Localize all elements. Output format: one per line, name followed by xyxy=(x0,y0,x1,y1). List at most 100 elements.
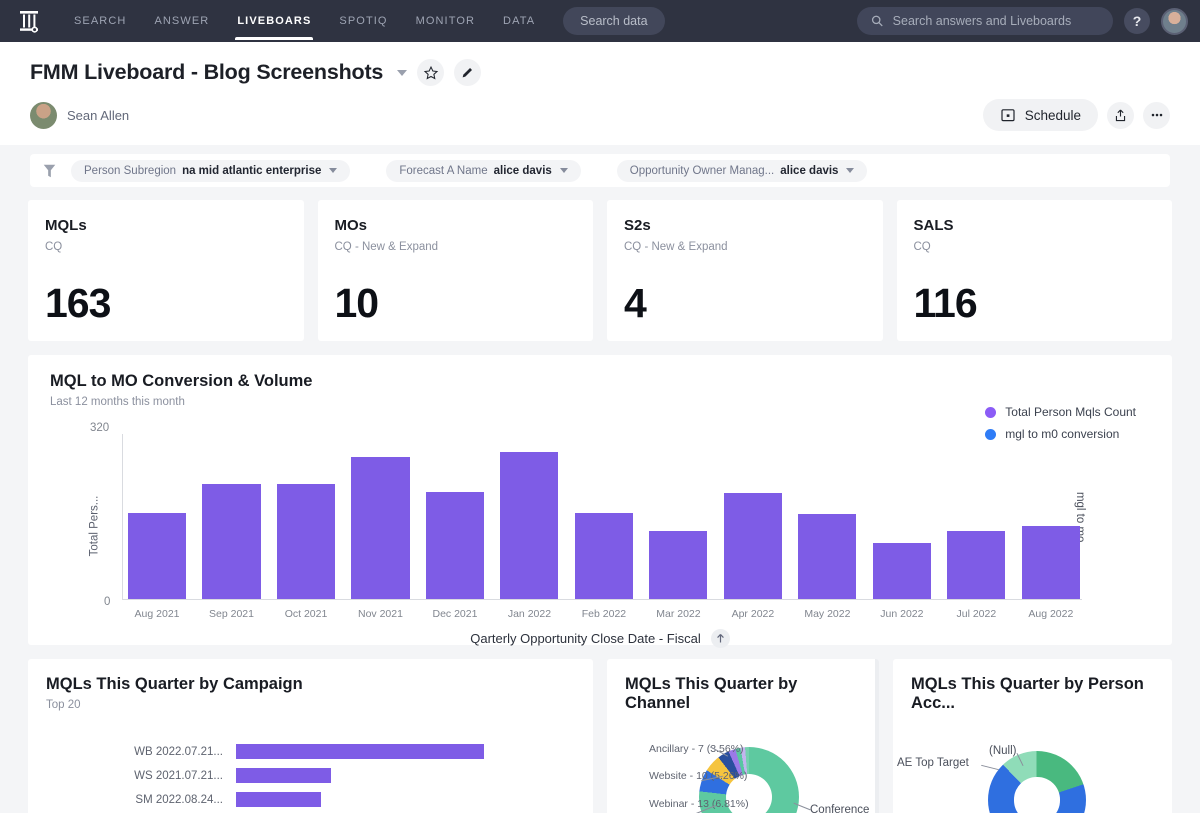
bar[interactable] xyxy=(236,792,321,807)
chart-panel-mql-to-mo: MQL to MO Conversion & Volume Last 12 mo… xyxy=(28,355,1172,648)
category-label: WS 2021.07.21... xyxy=(134,769,223,782)
schedule-button[interactable]: Schedule xyxy=(982,99,1098,131)
chip-value: alice davis xyxy=(780,164,839,177)
y-axis-title: Total Pers... xyxy=(88,495,101,557)
more-options-button[interactable] xyxy=(1143,101,1170,129)
bar-column[interactable] xyxy=(500,432,559,599)
bar[interactable] xyxy=(236,744,484,759)
filter-chip-forecast-a-name[interactable]: Forecast A Name alice davis xyxy=(386,159,581,182)
x-axis-tick-label: Feb 2022 xyxy=(581,608,627,620)
horizontal-bar-row[interactable]: WB 2022.07.21... xyxy=(46,743,575,760)
panel-mqls-by-person-account: MQLs This Quarter by Person Acc... (Null… xyxy=(893,659,1172,813)
bar[interactable] xyxy=(723,493,782,599)
nav-item-search[interactable]: SEARCH xyxy=(60,3,140,40)
x-axis-tick-label: Aug 2021 xyxy=(134,608,180,620)
panel-subtitle: Top 20 xyxy=(46,699,81,711)
nav-item-monitor[interactable]: MONITOR xyxy=(402,3,489,40)
kpi-card-mos[interactable]: MOs CQ - New & Expand 10 xyxy=(317,200,593,341)
bar-column[interactable] xyxy=(798,432,857,599)
bar-column[interactable] xyxy=(947,432,1006,599)
horizontal-bar-series: WB 2022.07.21... WS 2021.07.21... SM 2022.… xyxy=(46,743,575,813)
legend-item[interactable]: Total Person Mqls Count xyxy=(985,405,1136,419)
kpi-card-s2s[interactable]: S2s CQ - New & Expand 4 xyxy=(607,200,883,341)
bar[interactable] xyxy=(425,491,484,599)
filter-chip-opportunity-owner-manager[interactable]: Opportunity Owner Manag... alice davis xyxy=(616,159,868,182)
nav-item-answer[interactable]: ANSWER xyxy=(140,3,223,40)
bar[interactable] xyxy=(649,531,708,599)
x-axis-labels: Aug 2021 Sep 2021 Oct 2021 Nov 2021 Dec 2021… xyxy=(128,608,1080,620)
page-title: FMM Liveboard - Blog Screenshots xyxy=(30,60,384,84)
bar[interactable] xyxy=(872,543,931,599)
sort-ascending-icon[interactable] xyxy=(710,629,730,648)
search-icon xyxy=(871,15,883,27)
horizontal-bar-row[interactable]: WS 2021.07.21... xyxy=(46,767,575,784)
star-icon xyxy=(423,65,438,80)
global-search-input[interactable] xyxy=(892,14,1099,28)
bar[interactable] xyxy=(574,512,633,599)
search-data-button[interactable]: Search data xyxy=(563,7,665,35)
bar-series xyxy=(128,432,1080,599)
donut-chart-person-account[interactable] xyxy=(988,751,1086,813)
bar-column[interactable] xyxy=(872,432,931,599)
bar[interactable] xyxy=(947,531,1006,599)
panel-divider xyxy=(875,659,879,813)
help-button[interactable]: ? xyxy=(1124,8,1150,34)
edit-button[interactable] xyxy=(454,59,482,86)
bar[interactable] xyxy=(202,483,261,599)
author-name: Sean Allen xyxy=(67,107,130,123)
donut-label-website: Website - 10 (5.26%) xyxy=(649,770,748,782)
bar[interactable] xyxy=(500,451,559,599)
plot-area: Total Pers... 320 0 mgl to mo... Aug 202… xyxy=(50,422,1150,622)
thoughtspot-logo-icon[interactable] xyxy=(12,4,46,38)
calendar-icon xyxy=(1001,109,1015,122)
chevron-down-icon[interactable] xyxy=(397,69,408,76)
x-axis-tick-label: Oct 2021 xyxy=(284,608,328,620)
bar[interactable] xyxy=(276,483,336,599)
chevron-down-icon xyxy=(846,168,855,173)
favorite-button[interactable] xyxy=(417,59,445,86)
x-axis-tick-label: Jul 2022 xyxy=(956,608,997,620)
nav-right-actions: ? xyxy=(857,7,1188,35)
bar[interactable] xyxy=(1021,525,1080,599)
kpi-card-row: MQLs CQ 163 MOs CQ - New & Expand 10 S2s… xyxy=(28,200,1172,341)
bar-column[interactable] xyxy=(649,432,708,599)
kpi-title: S2s xyxy=(624,217,651,234)
kpi-card-mqls[interactable]: MQLs CQ 163 xyxy=(28,200,304,341)
x-axis-title-row: Qarterly Opportunity Close Date - Fiscal xyxy=(50,629,1150,648)
legend-label: Total Person Mqls Count xyxy=(1005,405,1136,419)
kpi-subtitle: CQ - New & Expand xyxy=(624,241,728,253)
bar[interactable] xyxy=(798,513,857,599)
bar-column[interactable] xyxy=(276,432,336,599)
horizontal-bar-row[interactable]: SM 2022.08.24... xyxy=(46,791,575,808)
bar[interactable] xyxy=(236,768,331,783)
panel-mqls-by-channel: MQLs This Quarter by Channel Ancillary -… xyxy=(607,659,879,813)
x-axis-line xyxy=(122,599,1082,600)
donut-label-conference: Conference xyxy=(810,804,870,813)
y-axis-tick-min: 0 xyxy=(104,596,111,608)
bar-column[interactable] xyxy=(351,432,410,599)
filter-funnel-icon[interactable] xyxy=(42,163,57,179)
nav-item-liveboards[interactable]: LIVEBOARS xyxy=(223,3,325,40)
nav-item-spotiq[interactable]: SPOTIQ xyxy=(325,3,401,40)
title-row: FMM Liveboard - Blog Screenshots xyxy=(30,59,1170,86)
bar-column[interactable] xyxy=(128,432,187,599)
author-and-actions-row: Sean Allen Schedule xyxy=(30,99,1170,131)
filter-chip-person-subregion[interactable]: Person Subregion na mid atlantic enterpr… xyxy=(71,159,351,182)
bar-column[interactable] xyxy=(574,432,633,599)
chip-field: Forecast A Name xyxy=(399,164,488,177)
global-search-box[interactable] xyxy=(857,7,1113,35)
share-button[interactable] xyxy=(1107,101,1134,129)
bar[interactable] xyxy=(128,512,187,599)
bar-column[interactable] xyxy=(425,432,484,599)
kpi-title: MQLs xyxy=(45,217,87,234)
kpi-value: 4 xyxy=(624,280,647,326)
chip-value: na mid atlantic enterprise xyxy=(182,164,322,177)
bar-column[interactable] xyxy=(723,432,782,599)
nav-item-data[interactable]: DATA xyxy=(489,3,549,40)
kpi-card-sals[interactable]: SALS CQ 116 xyxy=(896,200,1172,341)
user-avatar[interactable] xyxy=(1161,7,1188,35)
bar[interactable] xyxy=(351,457,410,599)
bar-column[interactable] xyxy=(1021,432,1080,599)
bar-column[interactable] xyxy=(202,432,261,599)
panel-mqls-by-campaign: MQLs This Quarter by Campaign Top 20 WB … xyxy=(28,659,593,813)
